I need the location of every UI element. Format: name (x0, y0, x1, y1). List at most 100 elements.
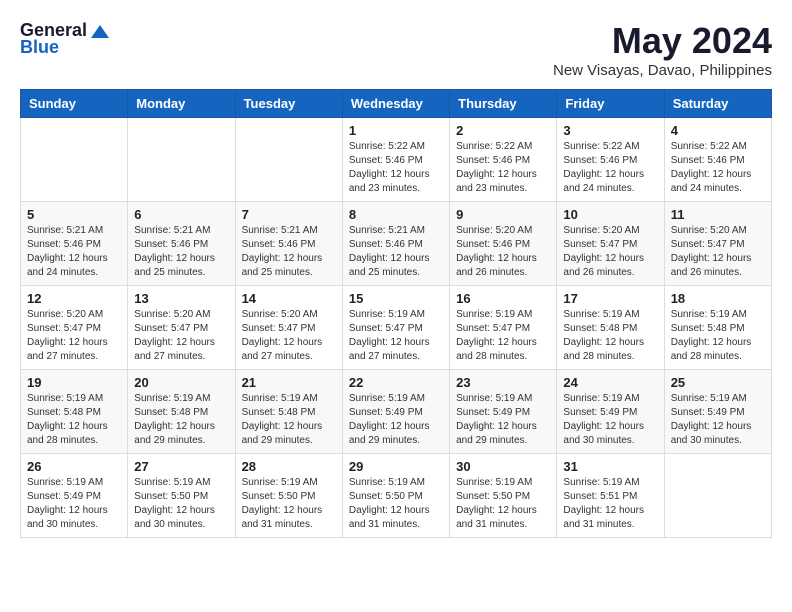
daylight: Daylight: 12 hours and 27 minutes. (242, 337, 323, 362)
sunset: Sunset: 5:51 PM (563, 491, 637, 502)
header-wednesday: Wednesday (342, 90, 449, 118)
cell-3-4: 23 Sunrise: 5:19 AM Sunset: 5:49 PM Dayligh… (450, 370, 557, 454)
sunset: Sunset: 5:50 PM (242, 491, 316, 502)
day-number: 31 (563, 459, 657, 474)
cell-1-1: 6Sunrise: 5:21 AMSunset: 5:46 PMDaylight… (128, 202, 235, 286)
sunrise: Sunrise: 5:19 AM (671, 393, 747, 404)
day-info: Sunrise: 5:20 AMSunset: 5:47 PMDaylight:… (671, 224, 765, 280)
cell-4-5: 31 Sunrise: 5:19 AM Sunset: 5:51 PM Dayligh… (557, 454, 664, 538)
cell-0-6: 4Sunrise: 5:22 AMSunset: 5:46 PMDaylight… (664, 118, 771, 202)
day-info: Sunrise: 5:21 AMSunset: 5:46 PMDaylight:… (349, 224, 443, 280)
sunset: Sunset: 5:47 PM (27, 323, 101, 334)
sunset: Sunset: 5:49 PM (456, 407, 530, 418)
sunrise: Sunrise: 5:19 AM (456, 393, 532, 404)
calendar-header-row: SundayMondayTuesdayWednesdayThursdayFrid… (21, 90, 772, 118)
day-info: Sunrise: 5:22 AMSunset: 5:46 PMDaylight:… (671, 140, 765, 196)
day-info: Sunrise: 5:19 AMSunset: 5:49 PMDaylight:… (671, 392, 765, 448)
daylight: Daylight: 12 hours and 31 minutes. (242, 505, 323, 530)
sunset: Sunset: 5:49 PM (349, 407, 423, 418)
daylight: Daylight: 12 hours and 29 minutes. (456, 421, 537, 446)
day-number: 3 (563, 123, 657, 138)
day-number: 16 (456, 291, 550, 306)
daylight: Daylight: 12 hours and 29 minutes. (242, 421, 323, 446)
sunrise: Sunrise: 5:19 AM (456, 309, 532, 320)
day-info: Sunrise: 5:22 AMSunset: 5:46 PMDaylight:… (456, 140, 550, 196)
sunrise: Sunrise: 5:19 AM (134, 393, 210, 404)
cell-2-1: 13Sunrise: 5:20 AMSunset: 5:47 PMDayligh… (128, 286, 235, 370)
header-monday: Monday (128, 90, 235, 118)
cell-1-4: 9Sunrise: 5:20 AMSunset: 5:46 PMDaylight… (450, 202, 557, 286)
sunrise: Sunrise: 5:19 AM (563, 309, 639, 320)
sunset: Sunset: 5:48 PM (134, 407, 208, 418)
sunrise: Sunrise: 5:20 AM (563, 225, 639, 236)
daylight: Daylight: 12 hours and 28 minutes. (456, 337, 537, 362)
sunrise: Sunrise: 5:19 AM (563, 393, 639, 404)
sunrise: Sunrise: 5:21 AM (349, 225, 425, 236)
day-info: Sunrise: 5:19 AM Sunset: 5:47 PM Daylight:… (456, 308, 550, 364)
cell-3-3: 22Sunrise: 5:19 AMSunset: 5:49 PMDayligh… (342, 370, 449, 454)
sunrise: Sunrise: 5:20 AM (242, 309, 318, 320)
day-info: Sunrise: 5:19 AMSunset: 5:50 PMDaylight:… (134, 476, 228, 532)
cell-4-0: 26Sunrise: 5:19 AMSunset: 5:49 PMDayligh… (21, 454, 128, 538)
day-number: 9 (456, 207, 550, 222)
sunset: Sunset: 5:47 PM (456, 323, 530, 334)
day-number: 23 (456, 375, 550, 390)
sunrise: Sunrise: 5:19 AM (134, 477, 210, 488)
daylight: Daylight: 12 hours and 25 minutes. (134, 253, 215, 278)
day-number: 5 (27, 207, 121, 222)
sunset: Sunset: 5:48 PM (242, 407, 316, 418)
sunset: Sunset: 5:46 PM (242, 239, 316, 250)
day-info: Sunrise: 5:19 AM Sunset: 5:48 PM Daylight:… (242, 392, 336, 448)
daylight: Daylight: 12 hours and 27 minutes. (27, 337, 108, 362)
day-number: 7 (242, 207, 336, 222)
day-info: Sunrise: 5:19 AMSunset: 5:48 PMDaylight:… (563, 308, 657, 364)
daylight: Daylight: 12 hours and 23 minutes. (456, 169, 537, 194)
calendar-table: SundayMondayTuesdayWednesdayThursdayFrid… (20, 89, 772, 538)
daylight: Daylight: 12 hours and 30 minutes. (27, 505, 108, 530)
cell-3-0: 19Sunrise: 5:19 AMSunset: 5:48 PMDayligh… (21, 370, 128, 454)
sunset: Sunset: 5:46 PM (134, 239, 208, 250)
header-saturday: Saturday (664, 90, 771, 118)
day-info: Sunrise: 5:21 AM Sunset: 5:46 PM Daylight:… (134, 224, 228, 280)
cell-0-3: 1Sunrise: 5:22 AMSunset: 5:46 PMDaylight… (342, 118, 449, 202)
daylight: Daylight: 12 hours and 31 minutes. (456, 505, 537, 530)
week-row-4: 19Sunrise: 5:19 AMSunset: 5:48 PMDayligh… (21, 370, 772, 454)
daylight: Daylight: 12 hours and 31 minutes. (563, 505, 644, 530)
day-number: 26 (27, 459, 121, 474)
sunrise: Sunrise: 5:21 AM (134, 225, 210, 236)
logo-blue-text: Blue (20, 37, 59, 58)
day-info: Sunrise: 5:20 AMSunset: 5:47 PMDaylight:… (563, 224, 657, 280)
day-number: 25 (671, 375, 765, 390)
cell-4-1: 27Sunrise: 5:19 AMSunset: 5:50 PMDayligh… (128, 454, 235, 538)
daylight: Daylight: 12 hours and 31 minutes. (349, 505, 430, 530)
day-number: 8 (349, 207, 443, 222)
day-info: Sunrise: 5:19 AM Sunset: 5:49 PM Daylight:… (456, 392, 550, 448)
sunrise: Sunrise: 5:19 AM (563, 477, 639, 488)
sunset: Sunset: 5:46 PM (456, 155, 530, 166)
day-info: Sunrise: 5:19 AM Sunset: 5:51 PM Daylight:… (563, 476, 657, 532)
day-number: 2 (456, 123, 550, 138)
cell-1-2: 7Sunrise: 5:21 AMSunset: 5:46 PMDaylight… (235, 202, 342, 286)
sunset: Sunset: 5:46 PM (349, 155, 423, 166)
cell-2-0: 12Sunrise: 5:20 AMSunset: 5:47 PMDayligh… (21, 286, 128, 370)
daylight: Daylight: 12 hours and 25 minutes. (349, 253, 430, 278)
sunrise: Sunrise: 5:19 AM (349, 393, 425, 404)
sunset: Sunset: 5:46 PM (671, 155, 745, 166)
daylight: Daylight: 12 hours and 30 minutes. (563, 421, 644, 446)
cell-4-3: 29Sunrise: 5:19 AMSunset: 5:50 PMDayligh… (342, 454, 449, 538)
sunrise: Sunrise: 5:19 AM (456, 477, 532, 488)
cell-2-5: 17Sunrise: 5:19 AMSunset: 5:48 PMDayligh… (557, 286, 664, 370)
cell-4-4: 30Sunrise: 5:19 AMSunset: 5:50 PMDayligh… (450, 454, 557, 538)
sunset: Sunset: 5:46 PM (563, 155, 637, 166)
sunrise: Sunrise: 5:19 AM (242, 393, 318, 404)
sunset: Sunset: 5:49 PM (563, 407, 637, 418)
sunset: Sunset: 5:50 PM (349, 491, 423, 502)
sunrise: Sunrise: 5:21 AM (242, 225, 318, 236)
day-number: 18 (671, 291, 765, 306)
week-row-5: 26Sunrise: 5:19 AMSunset: 5:49 PMDayligh… (21, 454, 772, 538)
sunrise: Sunrise: 5:19 AM (27, 477, 103, 488)
daylight: Daylight: 12 hours and 27 minutes. (349, 337, 430, 362)
day-number: 22 (349, 375, 443, 390)
daylight: Daylight: 12 hours and 24 minutes. (27, 253, 108, 278)
sunrise: Sunrise: 5:19 AM (349, 309, 425, 320)
